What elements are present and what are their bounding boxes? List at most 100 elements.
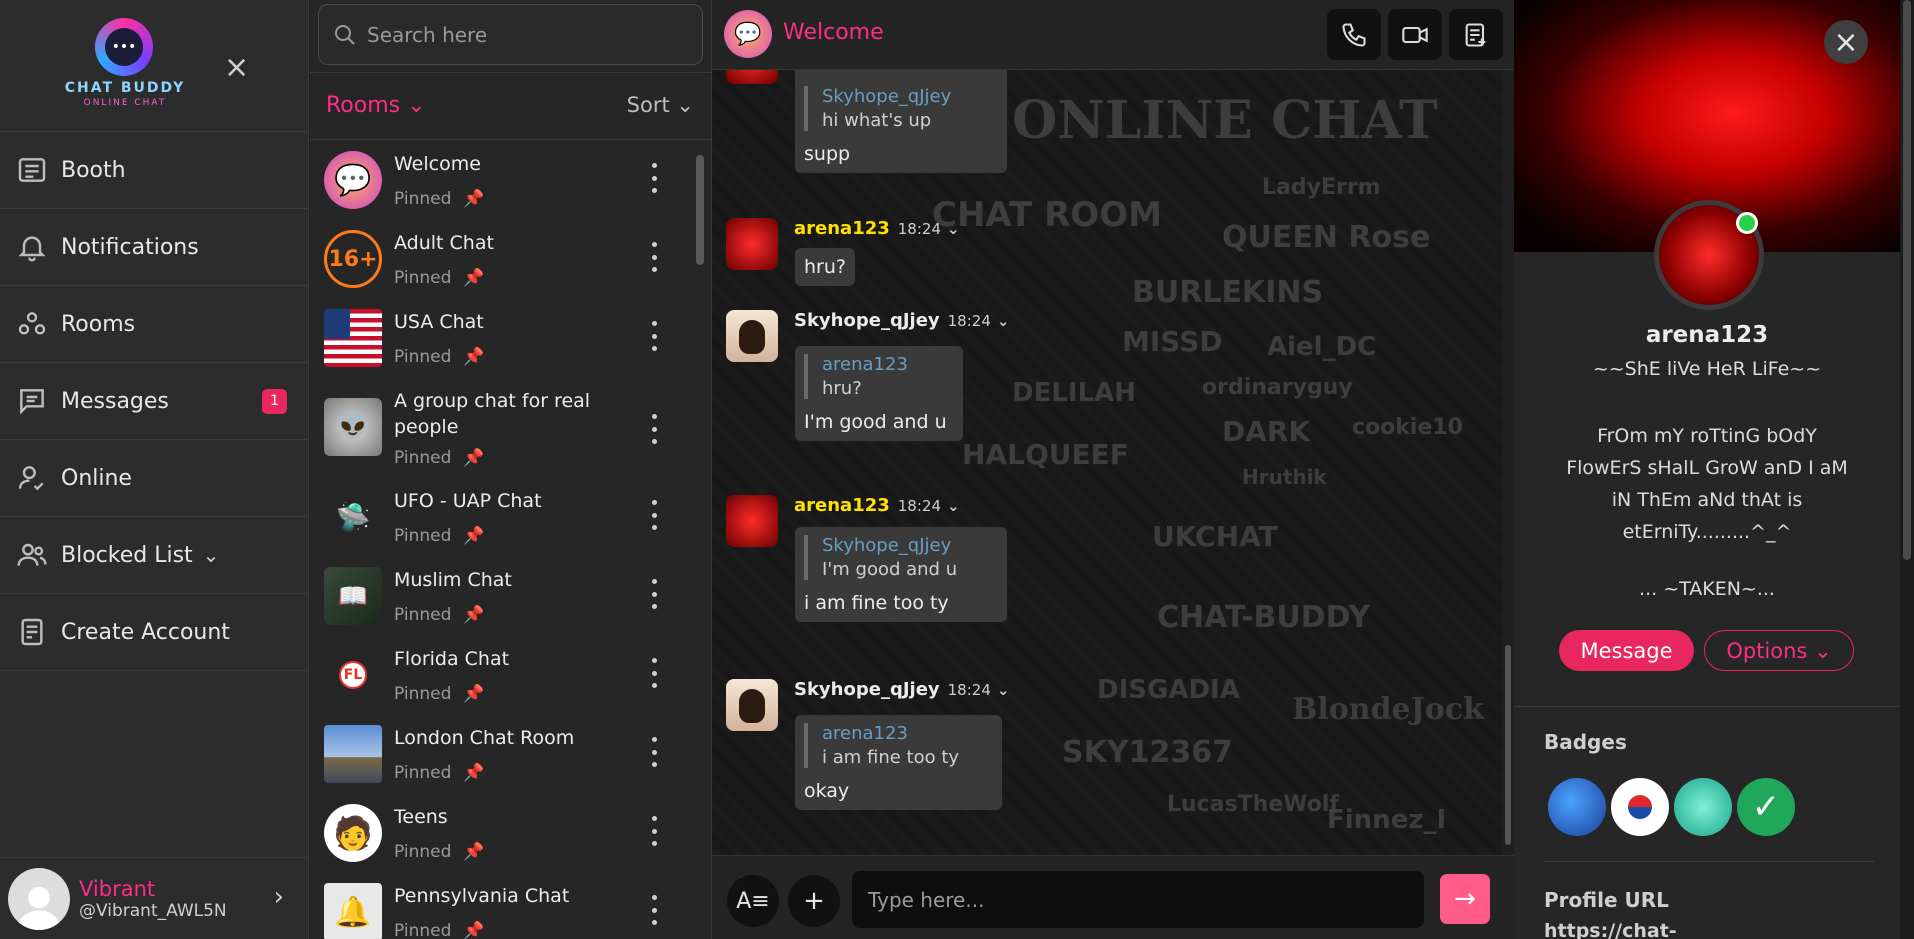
- attach-button[interactable]: +: [788, 875, 840, 927]
- kebab-menu-icon[interactable]: [650, 895, 658, 925]
- kebab-menu-icon[interactable]: [650, 658, 658, 688]
- voice-call-button[interactable]: [1327, 9, 1381, 60]
- search-input[interactable]: Search here: [318, 4, 703, 65]
- kebab-menu-icon[interactable]: [650, 414, 658, 444]
- profile-panel: × arena123 ~~ShE liVe HeR LiFe~~ FrOm mY…: [1514, 0, 1914, 939]
- current-user-handle: @Vibrant_AWL5N: [79, 900, 227, 921]
- chat-scrollbar[interactable]: [1502, 70, 1514, 855]
- app-root: ••• CHAT BUDDY ONLINE CHAT × Booth Notif…: [0, 0, 1914, 939]
- nav-item-blocked-list[interactable]: Blocked List ⌄: [0, 517, 308, 594]
- close-nav-icon[interactable]: ×: [224, 50, 249, 85]
- kebab-menu-icon[interactable]: [650, 579, 658, 609]
- kebab-menu-icon[interactable]: [650, 321, 658, 351]
- room-name: A group chat for real people: [394, 390, 591, 438]
- send-button[interactable]: →: [1440, 874, 1490, 924]
- message-username[interactable]: arena123 18:24 ⌄: [794, 495, 960, 516]
- pinned-label: Pinned 📌: [394, 448, 485, 468]
- list-item[interactable]: 👽 A group chat for real people Pinned 📌: [310, 378, 712, 478]
- message-bubble[interactable]: Skyhope_qJjey I'm good and u i am fine t…: [795, 527, 1007, 622]
- room-info-button[interactable]: [1449, 9, 1503, 60]
- checkmark-badge-icon[interactable]: ✓: [1737, 778, 1795, 836]
- message-username[interactable]: Skyhope_qJjey 18:24 ⌄: [794, 679, 1009, 700]
- text-format-button[interactable]: A≡: [727, 875, 779, 927]
- message-input[interactable]: Type here...: [852, 871, 1424, 928]
- rooms-dropdown[interactable]: Rooms ⌄: [326, 93, 426, 118]
- background-watermark: ordinaryguy: [1202, 375, 1353, 400]
- avatar[interactable]: [726, 218, 778, 270]
- nav-item-booth[interactable]: Booth: [0, 132, 308, 209]
- nav-item-notifications[interactable]: Notifications: [0, 209, 308, 286]
- kebab-menu-icon[interactable]: [650, 500, 658, 530]
- list-item[interactable]: London Chat Room Pinned 📌: [310, 715, 712, 794]
- list-item[interactable]: 🧑 Teens Pinned 📌: [310, 794, 712, 873]
- reply-quote[interactable]: Skyhope_qJjey hi what's up: [804, 86, 998, 131]
- kebab-menu-icon[interactable]: [650, 816, 658, 846]
- message-bubble[interactable]: hru?: [795, 248, 855, 286]
- list-item[interactable]: 🔔 Pennsylvania Chat Pinned 📌: [310, 873, 712, 939]
- list-item[interactable]: 📖 Muslim Chat Pinned 📌: [310, 557, 712, 636]
- alien-icon: 👽: [324, 398, 382, 456]
- profile-bio: FrOm mY roTtinG bOdY FlowErS sHalL GroW …: [1566, 425, 1848, 543]
- background-watermark: UKCHAT: [1152, 520, 1278, 553]
- chevron-down-icon[interactable]: ⌄: [947, 497, 960, 515]
- message-time: 18:24: [947, 681, 991, 699]
- message-bubble[interactable]: arena123 hru? I'm good and u: [795, 346, 963, 441]
- chat-buddy-badge-icon[interactable]: [1674, 778, 1732, 836]
- online-status-dot: [1736, 212, 1758, 234]
- pin-icon: 📌: [463, 605, 485, 625]
- avatar[interactable]: [726, 679, 778, 731]
- profile-name: arena123: [1645, 322, 1769, 348]
- us-flag-icon: [324, 309, 382, 367]
- quran-icon: 📖: [324, 567, 382, 625]
- message-text: I'm good and u: [804, 411, 947, 433]
- chat-buddy-logo-icon[interactable]: •••: [95, 18, 153, 76]
- quote-text: hru?: [822, 378, 862, 399]
- verified-globe-badge-icon[interactable]: [1548, 778, 1606, 836]
- avatar[interactable]: [726, 310, 778, 362]
- chevron-down-icon[interactable]: ⌄: [997, 681, 1010, 699]
- message-feed[interactable]: ONLINE CHAT CHAT ROOM QUEEN Rose LadyErr…: [712, 70, 1502, 855]
- reply-quote[interactable]: arena123 hru?: [804, 354, 954, 399]
- profile-scrollbar[interactable]: [1900, 0, 1914, 939]
- kebab-menu-icon[interactable]: [650, 163, 658, 193]
- reply-quote[interactable]: Skyhope_qJjey I'm good and u: [804, 535, 998, 580]
- nav-item-messages[interactable]: Messages 1: [0, 363, 308, 440]
- message-bubble[interactable]: arena123 i am fine too ty okay: [795, 715, 1002, 810]
- close-profile-icon[interactable]: ×: [1824, 20, 1868, 64]
- room-avatar-icon[interactable]: 💬: [724, 10, 772, 58]
- avatar[interactable]: [726, 495, 778, 547]
- message-button[interactable]: Message: [1559, 630, 1694, 671]
- list-item[interactable]: FL Florida Chat Pinned 📌: [310, 636, 712, 715]
- chevron-right-icon[interactable]: ›: [274, 882, 284, 912]
- avatar[interactable]: [726, 70, 778, 84]
- welcome-chat-icon: 💬: [324, 151, 382, 209]
- message-username[interactable]: arena123 18:24 ⌄: [794, 218, 960, 239]
- list-item[interactable]: 💬 Welcome Pinned 📌: [310, 141, 712, 220]
- rooms-scrollbar[interactable]: [696, 155, 704, 265]
- chevron-down-icon[interactable]: ⌄: [997, 312, 1010, 330]
- current-user-card[interactable]: Vibrant @Vibrant_AWL5N ›: [0, 857, 309, 939]
- chevron-down-icon[interactable]: ⌄: [947, 220, 960, 238]
- nav-item-rooms[interactable]: Rooms: [0, 286, 308, 363]
- reply-quote[interactable]: arena123 i am fine too ty: [804, 723, 993, 768]
- korea-flag-badge-icon[interactable]: [1611, 778, 1669, 836]
- background-watermark: Hruthik: [1242, 465, 1327, 489]
- profile-url-link[interactable]: https://chat-: [1544, 920, 1677, 939]
- list-item[interactable]: 16+ Adult Chat Pinned 📌: [310, 220, 712, 299]
- kebab-menu-icon[interactable]: [650, 242, 658, 272]
- message-bubble[interactable]: Skyhope_qJjey hi what's up supp: [795, 70, 1007, 173]
- message-time: 18:24: [947, 312, 991, 330]
- options-button[interactable]: Options ⌄: [1704, 630, 1854, 671]
- list-item[interactable]: USA Chat Pinned 📌: [310, 299, 712, 378]
- message-username[interactable]: Skyhope_qJjey 18:24 ⌄: [794, 310, 1009, 331]
- room-name: Florida Chat: [394, 648, 510, 670]
- nav-item-label: Create Account: [61, 619, 230, 645]
- list-item[interactable]: 🛸 UFO - UAP Chat Pinned 📌: [310, 478, 712, 557]
- video-call-button[interactable]: [1388, 9, 1442, 60]
- nav-item-online[interactable]: Online: [0, 440, 308, 517]
- sort-dropdown[interactable]: Sort ⌄: [627, 93, 694, 117]
- nav-item-create-account[interactable]: Create Account: [0, 594, 308, 671]
- background-watermark: QUEEN Rose: [1222, 220, 1431, 255]
- chevron-down-icon[interactable]: ⌄: [203, 543, 220, 567]
- kebab-menu-icon[interactable]: [650, 737, 658, 767]
